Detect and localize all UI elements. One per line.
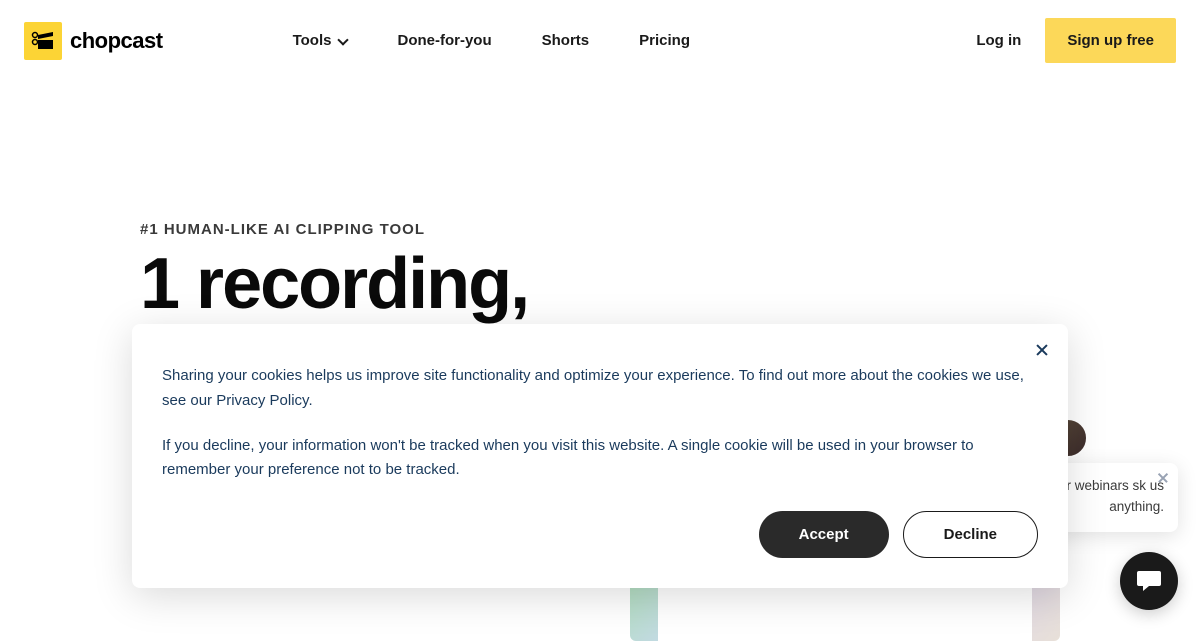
headline: 1 recording,: [140, 248, 1060, 320]
decline-button[interactable]: Decline: [903, 511, 1038, 558]
chevron-down-icon: [338, 34, 349, 45]
cookie-text-2: If you decline, your information won't b…: [162, 434, 1038, 484]
cookie-consent-modal: Sharing your cookies helps us improve si…: [132, 324, 1068, 588]
hero-section: #1 HUMAN-LIKE AI CLIPPING TOOL 1 recordi…: [0, 81, 1200, 320]
logo[interactable]: chopcast: [24, 22, 163, 60]
nav-item-label: Done-for-you: [397, 32, 491, 49]
login-link[interactable]: Log in: [976, 32, 1021, 49]
main-nav: Tools Done-for-you Shorts Pricing: [293, 32, 690, 49]
clapper-icon: [31, 31, 55, 51]
nav-item-label: Shorts: [542, 32, 590, 49]
nav-shorts[interactable]: Shorts: [542, 32, 590, 49]
nav-tools[interactable]: Tools: [293, 32, 348, 49]
chat-launcher[interactable]: [1120, 552, 1178, 610]
signup-button[interactable]: Sign up free: [1045, 18, 1176, 63]
header-actions: Log in Sign up free: [976, 18, 1176, 63]
nav-pricing[interactable]: Pricing: [639, 32, 690, 49]
logo-icon: [24, 22, 62, 60]
brand-name: chopcast: [70, 28, 163, 54]
chat-icon: [1135, 568, 1163, 594]
header: chopcast Tools Done-for-you Shorts Prici…: [0, 0, 1200, 81]
accept-button[interactable]: Accept: [759, 511, 889, 558]
eyebrow-text: #1 HUMAN-LIKE AI CLIPPING TOOL: [140, 221, 1060, 238]
nav-item-label: Pricing: [639, 32, 690, 49]
close-icon[interactable]: [1032, 340, 1052, 360]
cookie-actions: Accept Decline: [162, 511, 1038, 558]
cookie-text-1: Sharing your cookies helps us improve si…: [162, 364, 1038, 414]
nav-done-for-you[interactable]: Done-for-you: [397, 32, 491, 49]
close-icon[interactable]: [1156, 471, 1170, 485]
nav-item-label: Tools: [293, 32, 332, 49]
